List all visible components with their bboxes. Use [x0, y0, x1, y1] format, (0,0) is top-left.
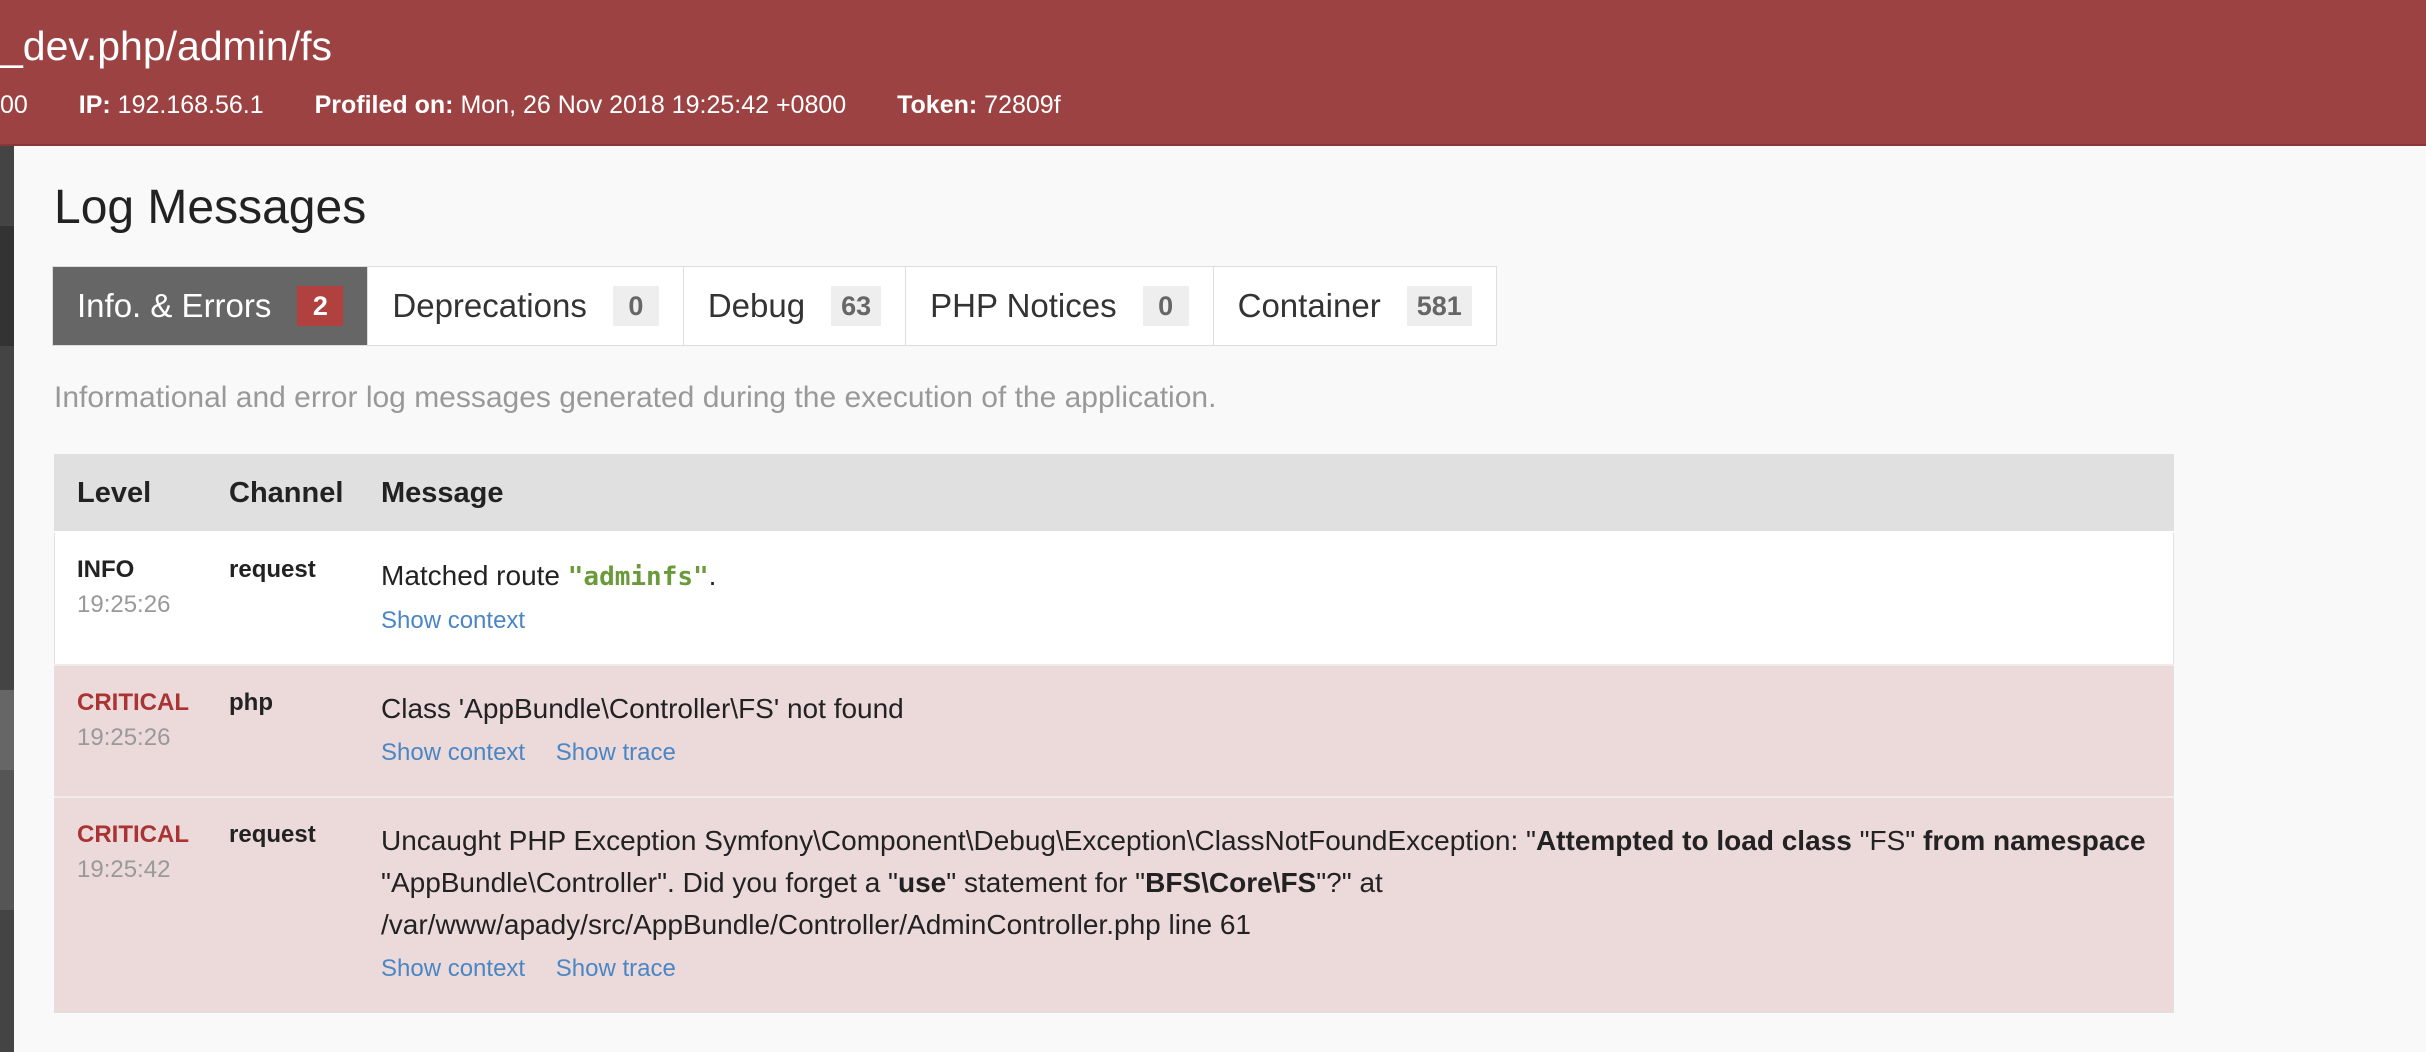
- show-trace-link[interactable]: Show trace: [556, 955, 676, 982]
- route-name: "adminfs": [567, 562, 709, 592]
- log-message: Class 'AppBundle\Controller\FS' not foun…: [381, 693, 904, 724]
- sidebar-item-active[interactable]: [0, 690, 14, 770]
- table-row: INFO 19:25:26 request Matched route "adm…: [54, 531, 2174, 665]
- column-header-level: Level: [54, 454, 207, 532]
- show-context-link[interactable]: Show context: [381, 607, 525, 634]
- log-message: Uncaught PHP Exception Symfony\Component…: [381, 825, 2146, 940]
- log-actions: Show context Show trace: [381, 952, 2173, 986]
- tab-debug[interactable]: Debug 63: [683, 267, 907, 345]
- log-time: 19:25:26: [77, 724, 171, 751]
- sidebar: [0, 146, 14, 1052]
- tab-count-badge: 0: [612, 286, 659, 326]
- log-channel: request: [229, 556, 316, 583]
- log-level: CRITICAL: [77, 689, 189, 716]
- log-message: Matched route "adminfs".: [381, 560, 717, 592]
- log-level-cell: CRITICAL 19:25:26: [54, 664, 207, 797]
- log-tabs: Info. & Errors 2 Deprecations 0 Debug 63…: [52, 266, 1497, 346]
- tab-label: Debug: [707, 287, 806, 324]
- request-url: _dev.php/admin/fs: [0, 23, 333, 69]
- log-time: 19:25:42: [77, 856, 171, 883]
- log-channel-cell: request: [207, 796, 359, 1013]
- table-row: CRITICAL 19:25:26 php Class 'AppBundle\C…: [54, 664, 2174, 797]
- show-trace-link[interactable]: Show trace: [556, 739, 676, 766]
- log-table: Level Channel Message INFO 19:25:26 requ…: [54, 454, 2174, 1013]
- log-message-cell: Class 'AppBundle\Controller\FS' not foun…: [359, 664, 2174, 797]
- meta-token: Token: 72809f: [897, 91, 1061, 119]
- log-level-cell: INFO 19:25:26: [54, 531, 207, 665]
- log-time: 19:25:26: [77, 591, 171, 618]
- log-level-cell: CRITICAL 19:25:42: [54, 796, 207, 1013]
- table-header-row: Level Channel Message: [54, 454, 2174, 532]
- tab-label: Container: [1237, 287, 1381, 324]
- meta-prefix: 00: [0, 91, 28, 119]
- tab-count-badge: 0: [1142, 286, 1189, 326]
- log-actions: Show context Show trace: [381, 736, 2173, 770]
- tab-count-badge: 2: [297, 286, 344, 326]
- tab-label: Deprecations: [392, 287, 587, 324]
- log-channel: php: [229, 689, 273, 716]
- log-message-cell: Matched route "adminfs". Show context: [359, 531, 2174, 665]
- log-message-cell: Uncaught PHP Exception Symfony\Component…: [359, 796, 2174, 1013]
- page-title: Log Messages: [54, 181, 367, 234]
- tab-info-errors[interactable]: Info. & Errors 2: [53, 267, 369, 345]
- sidebar-item[interactable]: [0, 226, 14, 346]
- column-header-channel: Channel: [207, 454, 359, 532]
- log-channel-cell: php: [207, 664, 359, 797]
- tab-count-badge: 581: [1406, 286, 1472, 326]
- log-channel: request: [229, 821, 316, 848]
- log-level: CRITICAL: [77, 821, 189, 848]
- tab-deprecations[interactable]: Deprecations 0: [368, 267, 684, 345]
- tab-container[interactable]: Container 581: [1213, 267, 1496, 345]
- tab-label: PHP Notices: [930, 287, 1117, 324]
- tab-count-badge: 63: [831, 286, 882, 326]
- meta-profiled-on: Profiled on: Mon, 26 Nov 2018 19:25:42 +…: [314, 91, 847, 119]
- meta-ip: IP: 192.168.56.1: [78, 91, 264, 119]
- show-context-link[interactable]: Show context: [381, 739, 525, 766]
- request-meta: 00 IP: 192.168.56.1 Profiled on: Mon, 26…: [0, 88, 1105, 122]
- log-level: INFO: [77, 556, 135, 583]
- tab-description: Informational and error log messages gen…: [54, 381, 1217, 414]
- log-actions: Show context: [381, 604, 2173, 638]
- tab-php-notices[interactable]: PHP Notices 0: [906, 267, 1214, 345]
- show-context-link[interactable]: Show context: [381, 955, 525, 982]
- tab-label: Info. & Errors: [77, 287, 272, 324]
- log-channel-cell: request: [207, 531, 359, 665]
- profiler-header: _dev.php/admin/fs 00 IP: 192.168.56.1 Pr…: [0, 0, 2426, 146]
- table-row: CRITICAL 19:25:42 request Uncaught PHP E…: [54, 796, 2174, 1013]
- column-header-message: Message: [359, 454, 2174, 532]
